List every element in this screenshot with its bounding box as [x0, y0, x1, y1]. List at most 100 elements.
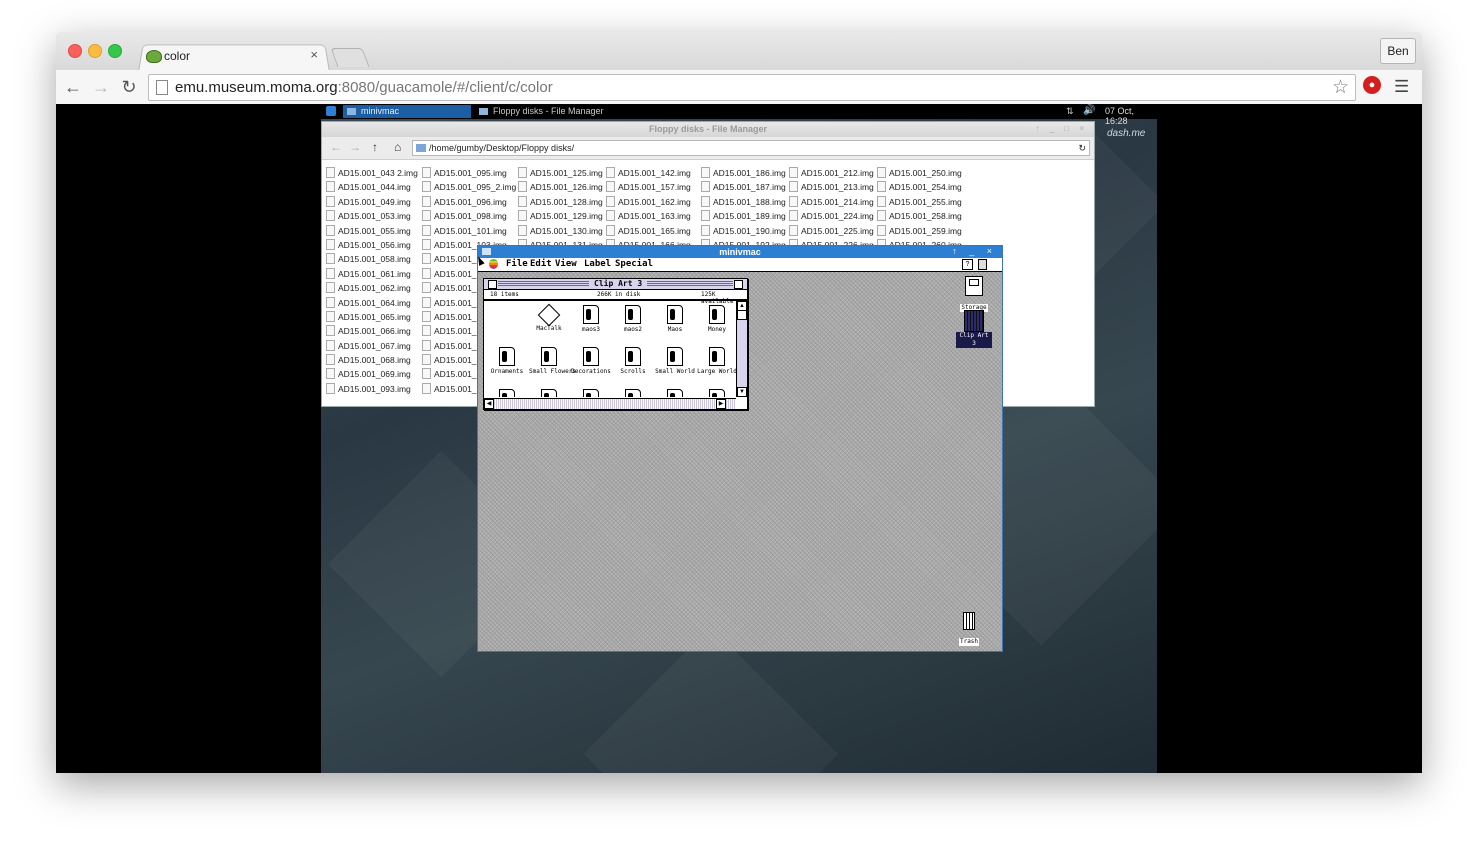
taskbar-item-minivmac[interactable]: minivmac: [343, 105, 471, 118]
file-item[interactable]: AD15.001_212.img: [789, 166, 874, 180]
clip-art-file[interactable]: Small World: [655, 347, 695, 375]
clip-art-file[interactable]: [655, 389, 695, 397]
tab-close-icon[interactable]: ×: [310, 47, 318, 62]
file-item[interactable]: AD15.001_128.img: [518, 195, 603, 209]
zoom-box-icon[interactable]: [734, 280, 743, 289]
file-item[interactable]: AD15.001_049.img: [326, 195, 418, 209]
mac-menu-edit[interactable]: Edit: [530, 259, 552, 269]
scroll-thumb[interactable]: [737, 310, 747, 320]
clip-art-file[interactable]: Decorations: [571, 347, 611, 375]
file-item[interactable]: AD15.001_163.img: [606, 209, 691, 223]
star-icon[interactable]: ☆: [1332, 76, 1349, 99]
clip-art-file[interactable]: MacTalk: [529, 303, 569, 332]
new-tab-button[interactable]: [330, 48, 370, 67]
close-box-icon[interactable]: [488, 280, 497, 289]
clip-art-file[interactable]: Large World: [697, 347, 736, 375]
file-item[interactable]: AD15.001_250.img: [877, 166, 962, 180]
clip-art-file[interactable]: maos3: [571, 305, 611, 333]
file-item[interactable]: AD15.001_095.img: [422, 166, 516, 180]
apple-icon[interactable]: [489, 259, 498, 269]
taskbar-item-file-manager[interactable]: Floppy disks - File Manager: [475, 105, 665, 118]
clip-art-file[interactable]: [487, 389, 527, 397]
file-item[interactable]: AD15.001_064.img: [326, 296, 418, 310]
network-icon[interactable]: ⇅: [1066, 106, 1074, 117]
file-item[interactable]: AD15.001_129.img: [518, 209, 603, 223]
clip-art-file[interactable]: Maos: [655, 305, 695, 333]
clock[interactable]: 07 Oct, 16:28: [1105, 106, 1157, 126]
file-item[interactable]: AD15.001_056.img: [326, 238, 418, 252]
file-item[interactable]: AD15.001_055.img: [326, 224, 418, 238]
file-item[interactable]: AD15.001_187.img: [701, 180, 786, 194]
scroll-down-icon[interactable]: ▼: [737, 387, 747, 397]
file-item[interactable]: AD15.001_186.img: [701, 166, 786, 180]
clip-art-titlebar[interactable]: Clip Art 3: [484, 279, 747, 290]
mac-menu-view[interactable]: View: [555, 259, 577, 269]
scroll-right-icon[interactable]: ▶: [716, 399, 726, 409]
clip-art-file[interactable]: Small Flowers: [529, 347, 576, 375]
clip-art-file[interactable]: Ornaments: [487, 347, 527, 375]
file-item[interactable]: AD15.001_189.img: [701, 209, 786, 223]
profile-button[interactable]: Ben: [1380, 38, 1416, 64]
minivmac-titlebar[interactable]: minivmac ↑ _ ×: [478, 246, 1002, 258]
finder-icon[interactable]: [978, 259, 987, 270]
mac-screen[interactable]: File Edit View Label Special ? Clip Art …: [478, 258, 1002, 651]
help-icon[interactable]: ?: [962, 259, 973, 270]
file-item[interactable]: AD15.001_165.img: [606, 224, 691, 238]
file-item[interactable]: AD15.001_162.img: [606, 195, 691, 209]
file-item[interactable]: AD15.001_142.img: [606, 166, 691, 180]
window-maximize-button[interactable]: [108, 44, 122, 58]
volume-icon[interactable]: 🔊: [1083, 105, 1095, 116]
up-arrow-icon[interactable]: ↑: [372, 140, 378, 154]
url-text[interactable]: emu.museum.moma.org:8080/guacamole/#/cli…: [175, 79, 553, 96]
address-bar[interactable]: emu.museum.moma.org:8080/guacamole/#/cli…: [148, 74, 1356, 101]
file-item[interactable]: AD15.001_058.img: [326, 252, 418, 266]
clip-art-file[interactable]: [529, 389, 569, 397]
file-item[interactable]: AD15.001_068.img: [326, 353, 418, 367]
file-item[interactable]: AD15.001_126.img: [518, 180, 603, 194]
vertical-scrollbar[interactable]: ▲ ▼: [736, 301, 747, 397]
file-item[interactable]: AD15.001_053.img: [326, 209, 418, 223]
file-item[interactable]: AD15.001_254.img: [877, 180, 962, 194]
file-item[interactable]: AD15.001_095_2.img: [422, 180, 516, 194]
forward-arrow-icon[interactable]: →: [90, 76, 112, 98]
back-arrow-icon[interactable]: ←: [330, 140, 342, 154]
mac-menu-label[interactable]: Label: [584, 259, 611, 269]
file-item[interactable]: AD15.001_096.img: [422, 195, 516, 209]
remote-desktop[interactable]: minivmac Floppy disks - File Manager ⇅ 🔊…: [321, 104, 1157, 773]
file-item[interactable]: AD15.001_069.img: [326, 367, 418, 381]
file-item[interactable]: AD15.001_190.img: [701, 224, 786, 238]
adblock-icon[interactable]: ●: [1363, 76, 1381, 94]
file-item[interactable]: AD15.001_062.img: [326, 281, 418, 295]
home-icon[interactable]: ⌂: [394, 140, 401, 154]
path-field[interactable]: /home/gumby/Desktop/Floppy disks/ ↻: [412, 140, 1090, 156]
file-item[interactable]: AD15.001_101.img: [422, 224, 516, 238]
file-item[interactable]: AD15.001_098.img: [422, 209, 516, 223]
clip-art-file[interactable]: [571, 389, 611, 397]
reload-icon[interactable]: ↻: [118, 76, 140, 98]
file-item[interactable]: AD15.001_093.img: [326, 382, 418, 396]
app-menu-icon[interactable]: [326, 106, 336, 116]
file-item[interactable]: AD15.001_065.img: [326, 310, 418, 324]
file-item[interactable]: AD15.001_043 2.img: [326, 166, 418, 180]
file-item[interactable]: AD15.001_258.img: [877, 209, 962, 223]
clip-art-file[interactable]: Scrolls: [613, 347, 653, 375]
clip-art-file[interactable]: maos2: [613, 305, 653, 333]
forward-arrow-icon[interactable]: →: [349, 140, 361, 154]
file-item[interactable]: AD15.001_259.img: [877, 224, 962, 238]
back-arrow-icon[interactable]: ←: [62, 76, 84, 98]
trash[interactable]: Trash: [951, 612, 987, 648]
minivmac-window-buttons[interactable]: ↑ _ ×: [952, 246, 997, 256]
window-minimize-button[interactable]: [88, 44, 102, 58]
file-item[interactable]: AD15.001_067.img: [326, 339, 418, 353]
tab-color[interactable]: color ×: [146, 45, 326, 69]
storage-disk[interactable]: Storage: [956, 276, 992, 314]
file-item[interactable]: AD15.001_225.img: [789, 224, 874, 238]
file-item[interactable]: AD15.001_066.img: [326, 324, 418, 338]
file-item[interactable]: AD15.001_188.img: [701, 195, 786, 209]
file-item[interactable]: AD15.001_213.img: [789, 180, 874, 194]
file-item[interactable]: AD15.001_061.img: [326, 267, 418, 281]
clip-art-file[interactable]: [697, 389, 736, 397]
reload-icon[interactable]: ↻: [1078, 141, 1086, 155]
file-item[interactable]: AD15.001_044.img: [326, 180, 418, 194]
file-item[interactable]: AD15.001_130.img: [518, 224, 603, 238]
